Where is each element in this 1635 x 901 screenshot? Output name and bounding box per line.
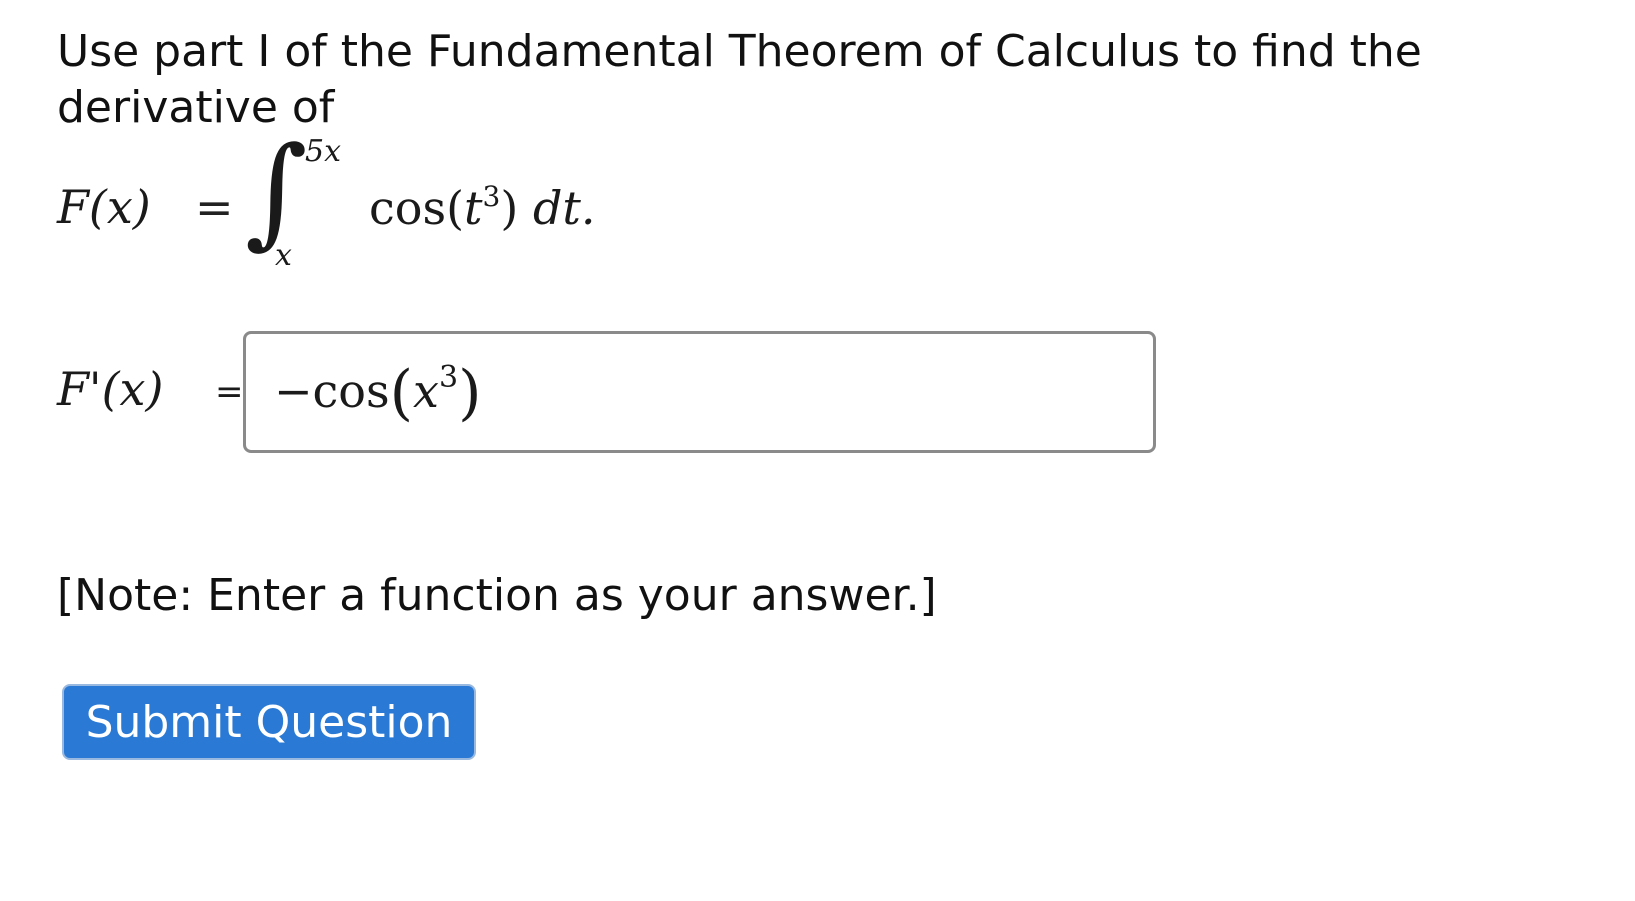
integral-upper-limit: 5x xyxy=(305,134,342,169)
formula-equals: = xyxy=(195,180,234,234)
integral-lower-limit: x xyxy=(275,238,292,273)
answer-sign: − xyxy=(274,364,313,418)
integrand: cos(t3) dt. xyxy=(369,180,596,235)
differential: dt. xyxy=(532,181,596,235)
answer-label: F'(x) xyxy=(57,362,164,416)
answer-note: [Note: Enter a function as your answer.] xyxy=(57,570,937,621)
answer-row: F'(x) = −cos(x3) xyxy=(57,331,1257,456)
question-prompt: Use part I of the Fundamental Theorem of… xyxy=(57,26,1422,133)
answer-exponent: 3 xyxy=(439,360,459,395)
formula-lhs: F(x) xyxy=(57,180,151,234)
integrand-exponent: 3 xyxy=(482,180,501,213)
integrand-var: t xyxy=(464,181,483,235)
answer-equals: = xyxy=(215,372,244,412)
integral-formula: F(x) = ∫ 5x x cos(t3) dt. xyxy=(57,132,757,280)
integrand-func: cos xyxy=(369,181,447,235)
integral-sign: ∫ xyxy=(245,122,308,261)
answer-value: −cos(x3) xyxy=(274,358,482,428)
submit-question-button[interactable]: Submit Question xyxy=(62,684,476,760)
answer-func: cos xyxy=(312,364,390,418)
answer-input[interactable]: −cos(x3) xyxy=(243,331,1156,453)
answer-var: x xyxy=(413,364,439,418)
